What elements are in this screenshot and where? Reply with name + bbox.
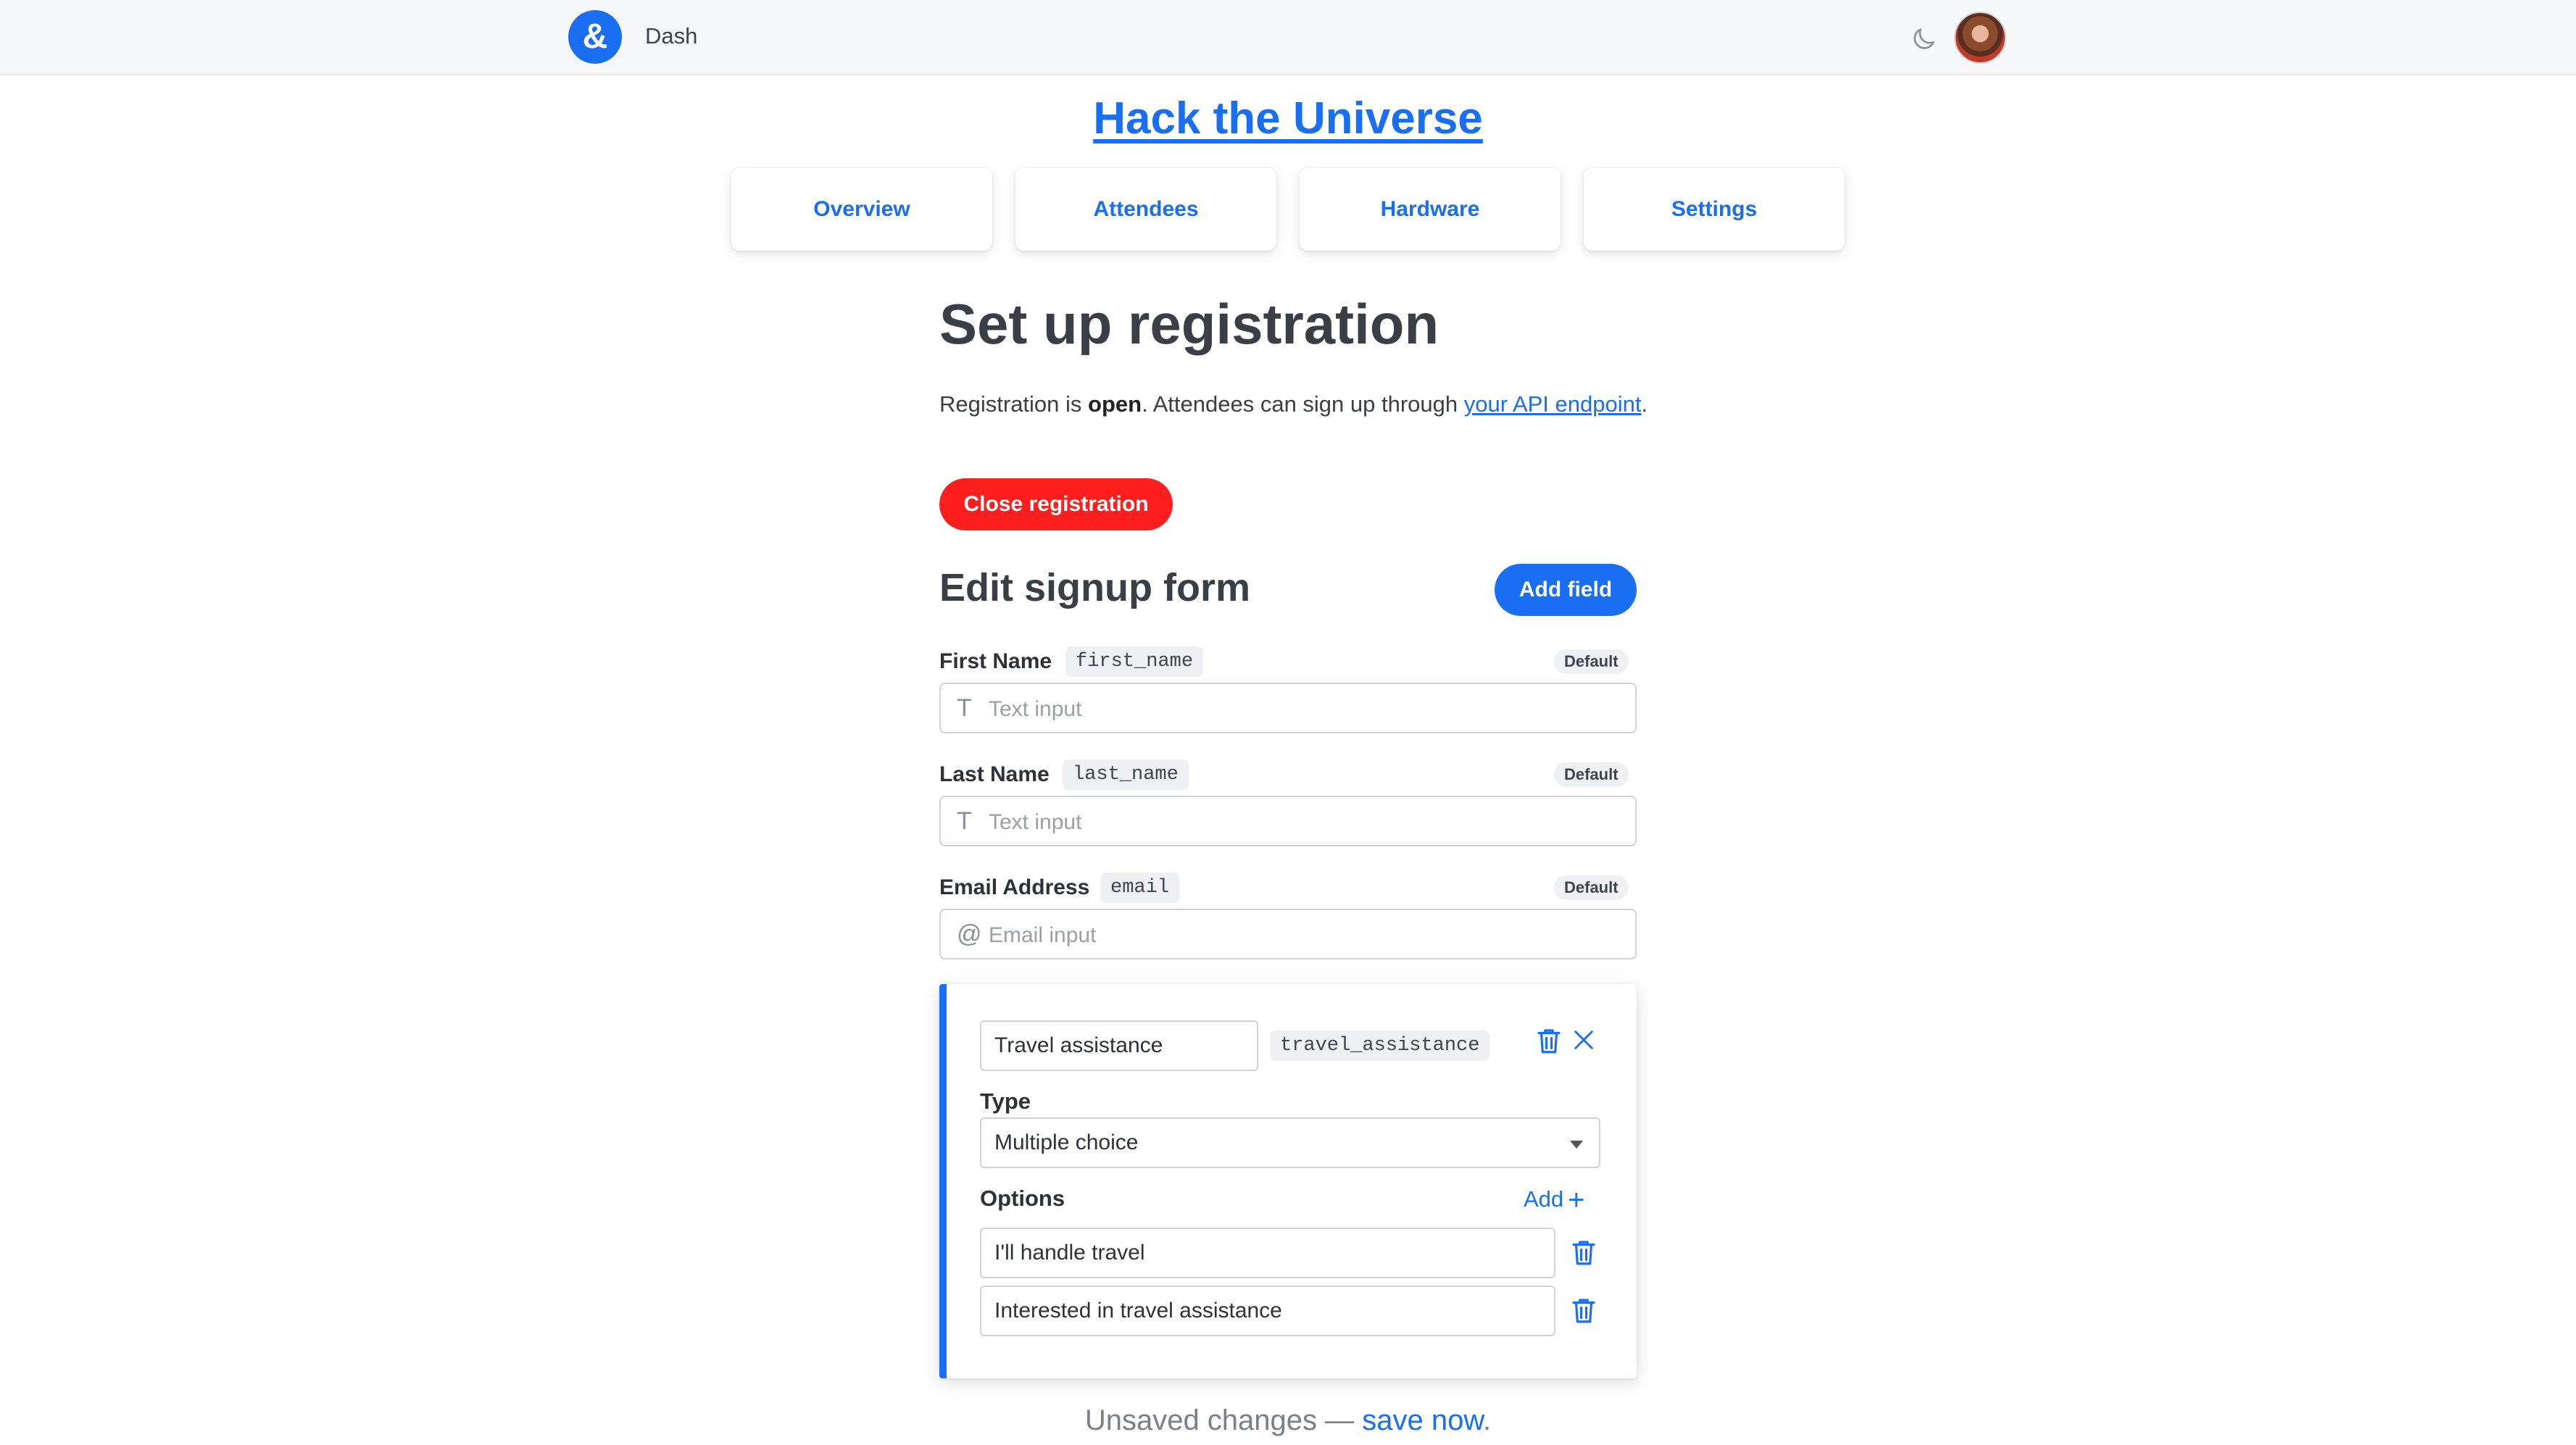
text-icon: T (957, 694, 972, 722)
registration-status: open (1088, 391, 1142, 417)
input-placeholder: Email input (989, 923, 1097, 947)
close-editor-x-icon[interactable] (1571, 1028, 1596, 1052)
tab-settings[interactable]: Settings (1584, 168, 1845, 251)
default-badge: Default (1554, 649, 1629, 674)
save-now-link[interactable]: save now (1362, 1404, 1483, 1436)
plus-icon: + (1568, 1184, 1585, 1216)
option-input[interactable]: Interested in travel assistance (980, 1286, 1555, 1336)
field-key-chip: last_name (1063, 759, 1189, 790)
field-label-last-name: Last Name (939, 762, 1050, 786)
selected-type-value: Multiple choice (994, 1130, 1139, 1154)
user-avatar[interactable] (1954, 12, 2006, 64)
input-placeholder: Text input (989, 697, 1082, 721)
api-endpoint-link[interactable]: your API endpoint (1464, 391, 1642, 417)
close-registration-button[interactable]: Close registration (939, 478, 1173, 530)
default-badge: Default (1554, 762, 1629, 787)
chevron-down-icon (1570, 1141, 1583, 1149)
option-input[interactable]: I'll handle travel (980, 1228, 1555, 1278)
tab-hardware[interactable]: Hardware (1300, 168, 1561, 251)
field-name-input[interactable]: Travel assistance (980, 1020, 1258, 1071)
delete-field-trash-icon[interactable] (1534, 1025, 1564, 1057)
field-key-chip: travel_assistance (1270, 1030, 1490, 1061)
tab-overview[interactable]: Overview (731, 168, 992, 251)
text-icon: T (957, 807, 972, 835)
unsaved-changes-notice: Unsaved changes — save now. (1084, 1404, 1492, 1436)
email-preview-input: @ Email input (939, 909, 1637, 959)
registration-status-text: Registration is open. Attendees can sign… (939, 391, 1648, 417)
last-name-preview-input: T Text input (939, 796, 1637, 846)
field-label-email: Email Address (939, 875, 1090, 899)
app-name[interactable]: Dash (645, 23, 697, 49)
field-label-first-name: First Name (939, 649, 1052, 673)
add-option-button[interactable]: Add + (1524, 1184, 1585, 1217)
delete-option-trash-icon[interactable] (1569, 1294, 1599, 1326)
field-type-select[interactable]: Multiple choice (980, 1117, 1600, 1168)
first-name-preview-input: T Text input (939, 683, 1637, 733)
field-key-chip: first_name (1065, 646, 1204, 677)
input-placeholder: Text input (989, 810, 1082, 834)
type-label: Type (980, 1088, 1031, 1114)
default-badge: Default (1554, 875, 1629, 900)
signup-form-heading: Edit signup form (939, 566, 1250, 609)
dark-mode-moon-icon[interactable] (1909, 25, 1938, 54)
at-icon: @ (957, 920, 982, 948)
field-key-chip: email (1100, 873, 1180, 903)
event-title-link[interactable]: Hack the Universe (0, 93, 2576, 144)
options-label: Options (980, 1186, 1065, 1211)
add-field-button[interactable]: Add field (1495, 564, 1637, 616)
app-logo[interactable]: & (568, 10, 622, 64)
tab-attendees[interactable]: Attendees (1015, 168, 1276, 251)
page-title: Set up registration (939, 292, 1439, 356)
top-navigation-bar: & Dash (0, 0, 2576, 75)
delete-option-trash-icon[interactable] (1569, 1236, 1599, 1268)
